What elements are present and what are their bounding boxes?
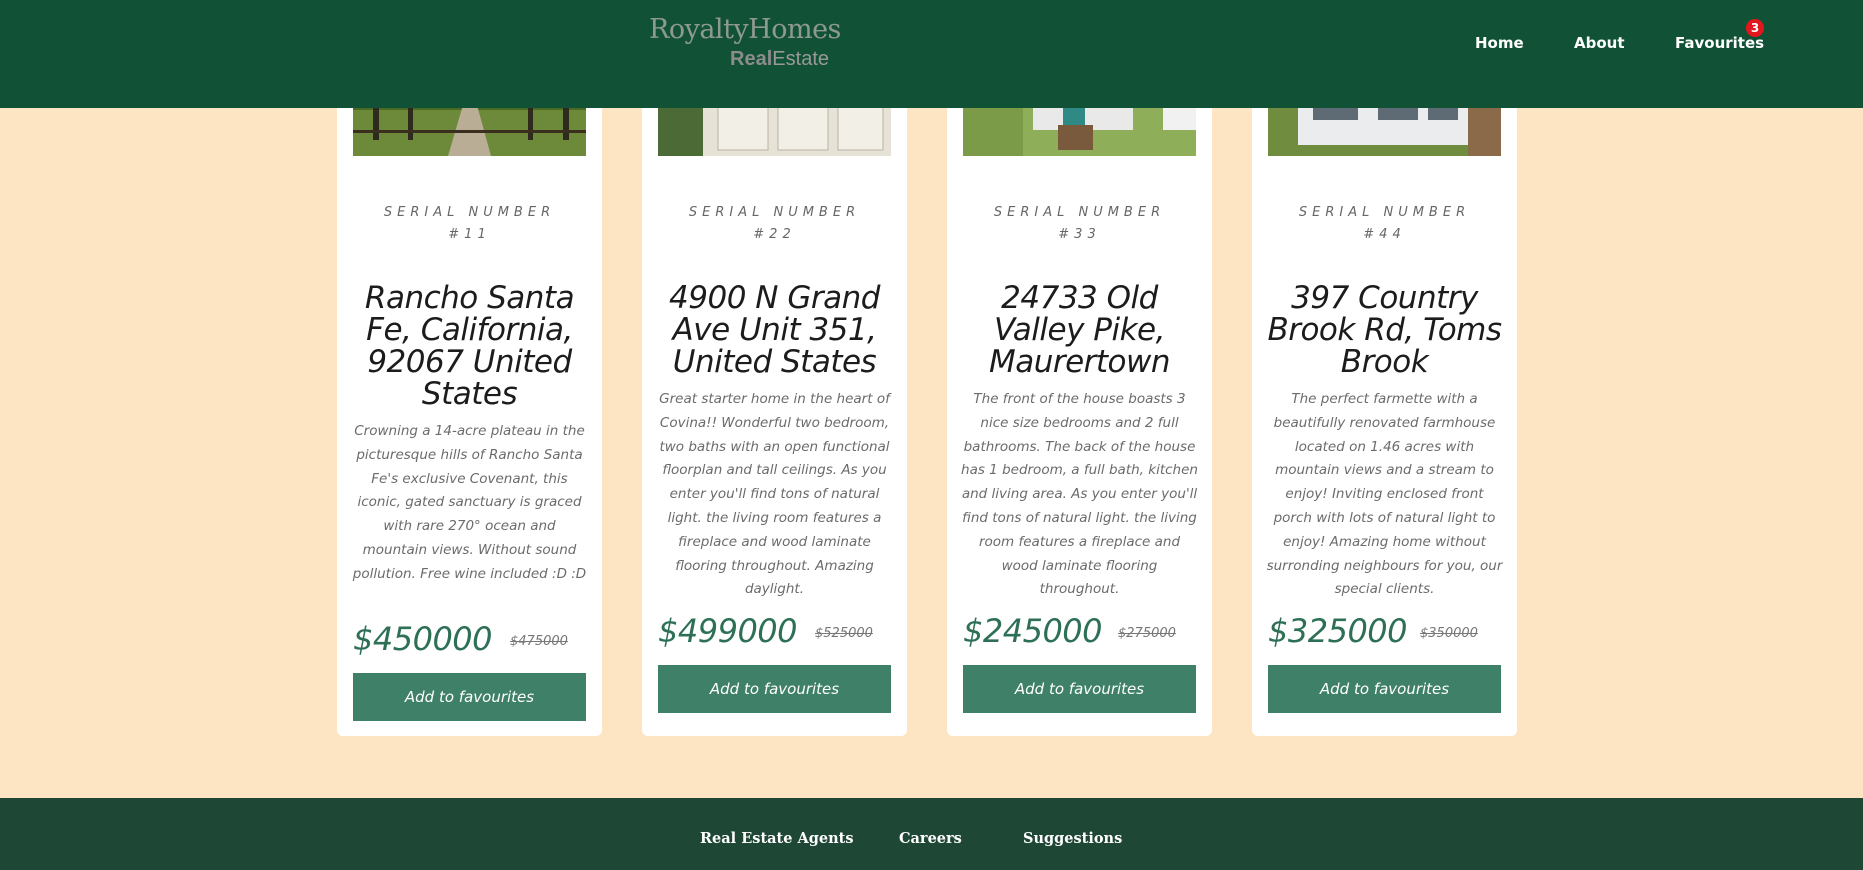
serial-value: #22 [753, 227, 796, 242]
price-row: $450000 $475000 [353, 620, 586, 660]
brand-subtitle-estate: Estate [772, 48, 829, 70]
price: $325000 [1268, 612, 1408, 650]
favourites-count-badge: 3 [1746, 19, 1764, 37]
property-title: 24733 Old Valley Pike, Maurertown [988, 280, 1171, 380]
brand-logo[interactable]: RoyaltyHomes RealEstate [649, 14, 841, 74]
property-title: 397 Country Brook Rd, Toms Brook [1267, 280, 1502, 380]
property-description: Crowning a 14-acre plateau in the pictur… [352, 423, 587, 582]
serial-value: #33 [1058, 227, 1101, 242]
nav-home-link[interactable]: Home [1475, 34, 1524, 52]
serial-value: #44 [1363, 227, 1406, 242]
nav-favourites-link[interactable]: Favourites [1675, 34, 1764, 52]
property-description: The front of the house boasts 3 nice siz… [961, 391, 1198, 598]
property-card: SERIAL NUMBER #11 Rancho Santa Fe, Calif… [337, 60, 602, 736]
serial-label: SERIAL NUMBER [993, 205, 1166, 220]
price: $499000 [658, 612, 798, 650]
serial-number: SERIAL NUMBER #44 [1252, 202, 1517, 246]
property-title: 4900 N Grand Ave Unit 351, United States [669, 280, 880, 380]
old-price: $275000 [1118, 626, 1176, 641]
price-row: $499000 $525000 [658, 612, 891, 652]
price-row: $245000 $275000 [963, 612, 1196, 652]
property-title: Rancho Santa Fe, California, 92067 Unite… [364, 280, 575, 412]
property-card: SERIAL NUMBER #44 397 Country Brook Rd, … [1252, 60, 1517, 736]
serial-number: SERIAL NUMBER #11 [337, 202, 602, 246]
property-card: SERIAL NUMBER #22 4900 N Grand Ave Unit … [642, 60, 907, 736]
property-description: The perfect farmette with a beautifully … [1266, 391, 1503, 598]
serial-label: SERIAL NUMBER [383, 205, 556, 220]
serial-number: SERIAL NUMBER #22 [642, 202, 907, 246]
property-description: Great starter home in the heart of Covin… [659, 391, 890, 598]
serial-label: SERIAL NUMBER [1298, 205, 1471, 220]
footer-link-suggestions[interactable]: Suggestions [1023, 830, 1122, 847]
footer-link-agents[interactable]: Real Estate Agents [700, 830, 854, 847]
serial-value: #11 [448, 227, 491, 242]
footer-link-careers[interactable]: Careers [899, 830, 962, 847]
nav-about-link[interactable]: About [1574, 34, 1625, 52]
old-price: $475000 [510, 634, 568, 649]
top-navbar: RoyaltyHomes RealEstate Home About Favou… [0, 0, 1863, 108]
add-to-favourites-button[interactable]: Add to favourites [1268, 665, 1501, 713]
serial-number: SERIAL NUMBER #33 [947, 202, 1212, 246]
brand-subtitle: RealEstate [730, 48, 829, 71]
serial-label: SERIAL NUMBER [688, 205, 861, 220]
property-card: SERIAL NUMBER #33 24733 Old Valley Pike,… [947, 60, 1212, 736]
add-to-favourites-button[interactable]: Add to favourites [658, 665, 891, 713]
footer: Real Estate Agents Careers Suggestions [0, 798, 1863, 870]
price-row: $325000 $350000 [1268, 612, 1501, 652]
old-price: $350000 [1420, 626, 1478, 641]
brand-name: RoyaltyHomes [649, 14, 841, 45]
price: $450000 [353, 620, 493, 658]
add-to-favourites-button[interactable]: Add to favourites [963, 665, 1196, 713]
brand-subtitle-real: Real [730, 48, 773, 70]
old-price: $525000 [815, 626, 873, 641]
price: $245000 [963, 612, 1103, 650]
add-to-favourites-button[interactable]: Add to favourites [353, 673, 586, 721]
